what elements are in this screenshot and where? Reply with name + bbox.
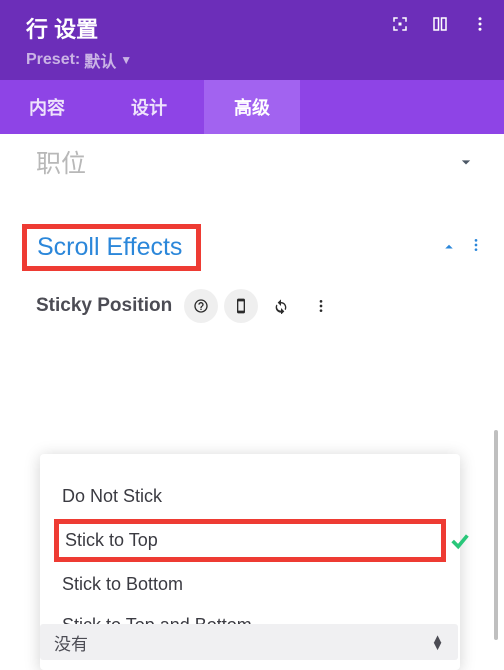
check-icon <box>449 530 471 552</box>
caret-down-icon: ▼ <box>120 53 132 67</box>
more-vert-icon[interactable] <box>468 12 492 36</box>
scroll-effects-title: Scroll Effects <box>37 233 182 262</box>
phone-icon[interactable] <box>224 289 258 323</box>
tab-bar: 内容 设计 高级 <box>0 80 504 134</box>
scroll-effects-section: Scroll Effects Sticky Position <box>0 224 504 333</box>
header-icons <box>388 12 492 36</box>
sticky-position-row: Sticky Position <box>0 271 504 333</box>
tab-design[interactable]: 设计 <box>94 80 204 134</box>
option-stick-top[interactable]: Stick to Top <box>65 530 435 551</box>
highlight-box-scroll-title: Scroll Effects <box>22 224 201 271</box>
scrollbar[interactable] <box>494 430 498 640</box>
bottom-select[interactable]: 没有 ▲▼ <box>40 624 458 660</box>
columns-icon[interactable] <box>428 12 452 36</box>
more-vert-icon[interactable] <box>468 237 484 258</box>
preset-value: 默认 <box>84 48 116 72</box>
settings-panel: 行 设置 Preset: 默认 ▼ 内容 设计 高级 职位 <box>0 0 504 577</box>
chevron-down-icon[interactable] <box>456 152 476 172</box>
chevron-up-icon[interactable] <box>440 238 460 258</box>
accordion-label: 职位 <box>36 144 86 180</box>
more-vert-icon[interactable] <box>304 289 338 323</box>
tab-advanced[interactable]: 高级 <box>204 80 300 134</box>
panel-body: 职位 Scroll Effects St <box>0 134 504 333</box>
accordion-position[interactable]: 职位 <box>0 134 504 190</box>
sort-icon: ▲▼ <box>431 635 444 649</box>
option-do-not-stick[interactable]: Do Not Stick <box>60 476 440 517</box>
preset-selector[interactable]: Preset: 默认 ▼ <box>26 48 486 72</box>
tab-content[interactable]: 内容 <box>0 80 94 134</box>
panel-header: 行 设置 Preset: 默认 ▼ <box>0 0 504 80</box>
option-stick-bottom[interactable]: Stick to Bottom <box>60 564 440 605</box>
preset-label: Preset: <box>26 51 80 69</box>
highlight-box-stick-top: Stick to Top <box>54 519 446 562</box>
focus-icon[interactable] <box>388 12 412 36</box>
bottom-select-value: 没有 <box>54 630 88 655</box>
scroll-effects-header[interactable]: Scroll Effects <box>0 224 504 271</box>
scroll-header-controls <box>440 237 484 258</box>
reset-icon[interactable] <box>264 289 298 323</box>
sticky-position-label: Sticky Position <box>36 295 172 317</box>
help-icon[interactable] <box>184 289 218 323</box>
